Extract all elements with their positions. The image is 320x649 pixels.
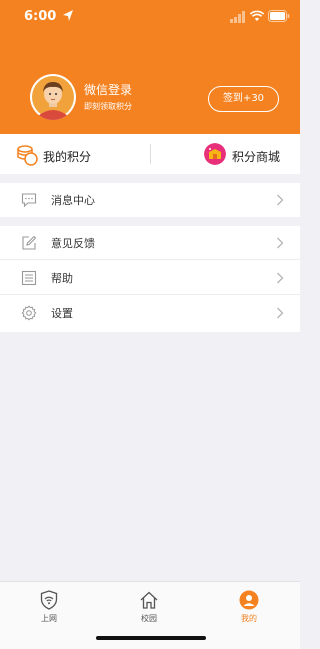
- wifi-icon: [250, 10, 264, 21]
- avatar[interactable]: [30, 74, 76, 120]
- home-indicator: [96, 636, 206, 640]
- help-document-icon: [21, 270, 37, 286]
- location-arrow-icon: [63, 10, 73, 21]
- cellular-signal-icon: [230, 11, 245, 23]
- menu-item-messages[interactable]: 消息中心: [0, 183, 300, 217]
- chevron-right-icon: [277, 194, 284, 206]
- points-mall-icon[interactable]: [204, 143, 226, 165]
- message-bubble-icon: [21, 193, 37, 208]
- points-mall-link[interactable]: 积分商城: [232, 148, 280, 165]
- battery-icon: [268, 10, 290, 22]
- menu-item-settings[interactable]: 设置: [0, 296, 300, 330]
- shield-wifi-icon: [40, 590, 58, 610]
- profile-header: 6:00 微信登录 即刻领取积分 签到+30: [0, 0, 300, 134]
- menu-item-help[interactable]: 帮助: [0, 261, 300, 295]
- chevron-right-icon: [277, 272, 284, 284]
- menu-group-main: 意见反馈 帮助 设置: [0, 226, 300, 332]
- menu-item-feedback[interactable]: 意见反馈: [0, 226, 300, 260]
- tab-label-active: 我的: [241, 614, 257, 623]
- my-points-link[interactable]: 我的积分: [43, 148, 91, 165]
- chevron-right-icon: [277, 237, 284, 249]
- login-title[interactable]: 微信登录: [84, 81, 132, 98]
- tab-campus[interactable]: 校园: [119, 587, 179, 627]
- edit-icon: [22, 235, 37, 250]
- tab-internet[interactable]: 上网: [19, 587, 79, 627]
- chevron-right-icon: [277, 307, 284, 319]
- tab-mine[interactable]: 我的: [219, 587, 279, 627]
- menu-label-help: 帮助: [51, 272, 73, 285]
- user-icon: [239, 590, 259, 610]
- menu-label-settings: 设置: [51, 307, 73, 320]
- login-subtitle: 即刻领取积分: [84, 102, 132, 111]
- tab-label: 上网: [41, 614, 57, 623]
- status-bar: 6:00: [0, 0, 300, 34]
- home-icon: [140, 591, 158, 609]
- menu-label-feedback: 意见反馈: [51, 237, 95, 250]
- status-time: 6:00: [24, 9, 57, 24]
- row-divider: [0, 294, 300, 295]
- coins-icon[interactable]: [16, 144, 38, 166]
- gear-icon: [21, 305, 37, 321]
- menu-group-messages: 消息中心: [0, 183, 300, 217]
- points-divider: [150, 144, 151, 164]
- menu-label-messages: 消息中心: [51, 194, 95, 207]
- tab-label: 校园: [141, 614, 157, 623]
- row-divider: [0, 259, 300, 260]
- avatar-person-icon: [32, 76, 74, 120]
- signin-button[interactable]: 签到+30: [208, 86, 279, 112]
